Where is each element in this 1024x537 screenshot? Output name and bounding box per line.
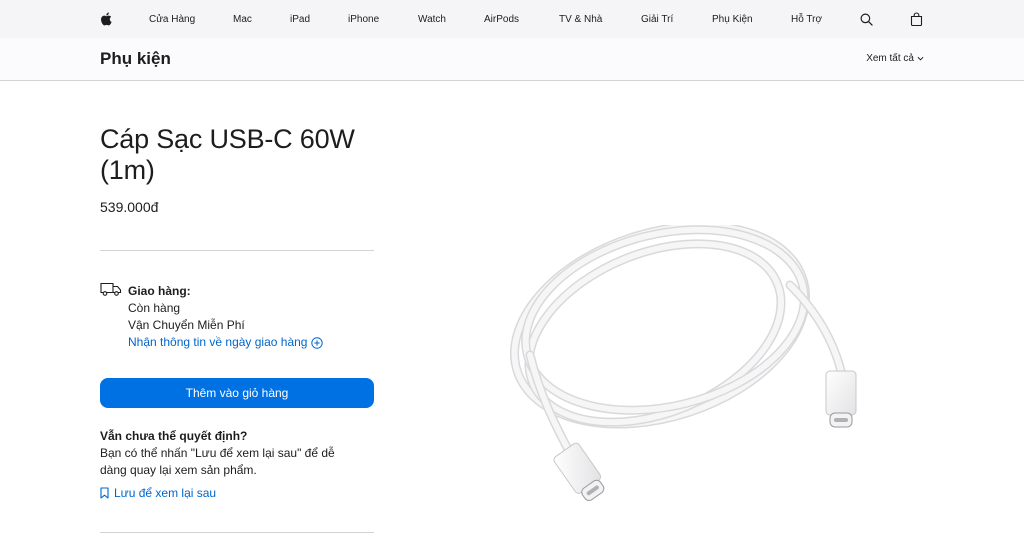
see-all-button[interactable]: Xem tất cả — [866, 53, 924, 64]
delivery-truck-icon — [100, 282, 122, 296]
shopping-bag-icon — [910, 12, 923, 26]
nav-item-store[interactable]: Cửa Hàng — [149, 0, 195, 38]
delivery-date-link[interactable]: Nhận thông tin về ngày giao hàng — [128, 334, 324, 351]
undecided-heading: Vẫn chưa thể quyết định? — [100, 429, 248, 443]
global-nav: Cửa Hàng Mac iPad iPhone Watch AirPods T… — [0, 0, 1024, 38]
delivery-info: Giao hàng: Còn hàng Vận Chuyển Miễn Phí … — [128, 283, 324, 351]
delivery-date-link-label: Nhận thông tin về ngày giao hàng — [128, 335, 308, 349]
plus-circle-icon — [311, 336, 324, 349]
search-button[interactable] — [860, 0, 873, 38]
nav-item-entertainment[interactable]: Giải Trí — [641, 0, 673, 38]
usb-c-plug-right — [825, 370, 857, 428]
apple-logo-icon — [101, 12, 112, 26]
usb-c-plug-left — [553, 442, 605, 501]
nav-item-mac[interactable]: Mac — [233, 0, 252, 38]
nav-item-watch[interactable]: Watch — [418, 0, 446, 38]
nav-item-support[interactable]: Hỗ Trợ — [791, 0, 822, 38]
delivery-label: Giao hàng: — [128, 284, 191, 298]
nav-item-airpods[interactable]: AirPods — [484, 0, 519, 38]
nav-item-iphone[interactable]: iPhone — [348, 0, 379, 38]
product-title: Cáp Sạc USB-C 60W (1m) — [100, 124, 355, 185]
bag-button[interactable] — [910, 0, 923, 38]
product-price: 539.000đ — [100, 199, 159, 215]
subnav-bar: Phụ kiện Xem tất cả — [0, 38, 1024, 81]
nav-item-ipad[interactable]: iPad — [290, 0, 310, 38]
save-for-later-link[interactable]: Lưu để xem lại sau — [100, 486, 216, 500]
apple-logo-link[interactable] — [100, 0, 112, 38]
product-image — [510, 225, 857, 501]
save-for-later-label: Lưu để xem lại sau — [114, 486, 217, 500]
see-all-label: Xem tất cả — [866, 53, 914, 64]
nav-item-tv-home[interactable]: TV & Nhà — [559, 0, 602, 38]
shipping-info: Vận Chuyển Miễn Phí — [128, 318, 245, 332]
divider-bottom — [100, 532, 374, 533]
subnav-title: Phụ kiện — [100, 49, 171, 68]
undecided-section: Vẫn chưa thể quyết định? Bạn có thể nhấn… — [100, 428, 360, 479]
bookmark-icon — [100, 487, 109, 499]
divider — [100, 250, 374, 251]
chevron-down-icon — [917, 56, 924, 61]
search-icon — [860, 13, 873, 26]
add-to-bag-button[interactable]: Thêm vào giỏ hàng — [100, 378, 374, 408]
stock-status: Còn hàng — [128, 301, 181, 315]
undecided-text: Bạn có thể nhấn "Lưu để xem lại sau" để … — [100, 446, 335, 477]
nav-item-accessories[interactable]: Phụ Kiện — [712, 0, 753, 38]
